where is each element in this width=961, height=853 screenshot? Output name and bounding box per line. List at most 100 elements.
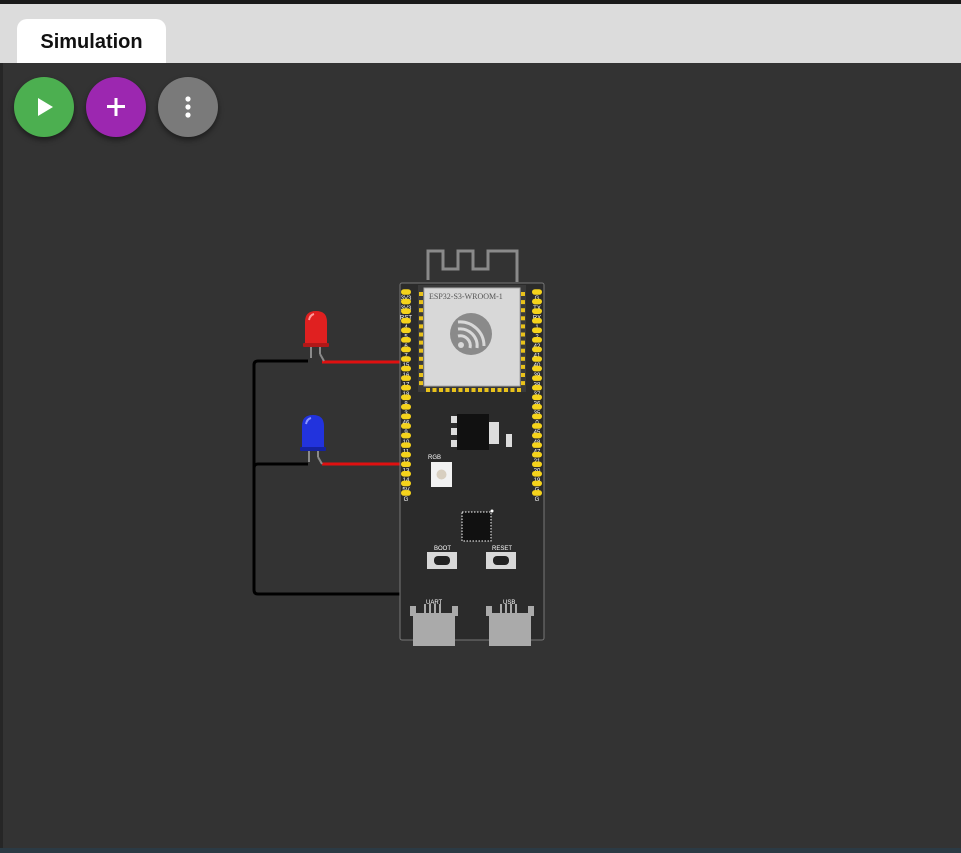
right-pin-pad[interactable]: [532, 490, 542, 496]
module-pad: [419, 373, 423, 377]
left-pin-pad[interactable]: [401, 451, 411, 458]
module-pad: [432, 388, 437, 392]
left-pin-pad[interactable]: [401, 346, 411, 353]
module-pad: [521, 364, 525, 369]
reset-label: RESET: [492, 546, 512, 552]
circuit-diagram: ESP32-S3-WROOM-1 RGB BOOT RESET UART USB…: [252, 249, 545, 646]
right-pin-pad[interactable]: [532, 356, 542, 362]
signal-wires[interactable]: [322, 360, 405, 466]
module-pad: [419, 364, 423, 369]
right-pin-pad[interactable]: [532, 298, 542, 305]
right-pin-pad[interactable]: [532, 346, 542, 353]
module-pad: [439, 388, 443, 392]
left-pin-pad[interactable]: [401, 442, 411, 448]
left-pin-pad[interactable]: [401, 490, 411, 496]
module-pad: [471, 388, 476, 392]
module-pad: [521, 308, 525, 313]
module-pad: [419, 300, 423, 305]
antenna-trace: [426, 249, 519, 282]
left-pin-pad[interactable]: [401, 432, 411, 439]
right-pin-pad[interactable]: [532, 327, 542, 334]
left-pin-pad[interactable]: [401, 289, 411, 295]
left-pin-pad[interactable]: [401, 480, 411, 487]
boot-label: BOOT: [434, 546, 451, 552]
ground-wires[interactable]: [252, 359, 405, 596]
usb-bridge-chip: [461, 511, 492, 542]
left-pin-pad[interactable]: [401, 337, 411, 343]
left-pin-pad[interactable]: [401, 365, 411, 372]
espressif-logo-icon: [450, 313, 492, 355]
right-pin-pad[interactable]: [532, 394, 542, 401]
right-pin-label: G: [535, 497, 540, 503]
left-pin-label: G: [404, 497, 409, 503]
module-pad: [497, 388, 502, 392]
module-pad: [419, 340, 423, 345]
right-pin-pad[interactable]: [532, 432, 542, 439]
module-pad: [484, 388, 489, 392]
module-pad: [521, 373, 525, 377]
module-pad: [419, 381, 423, 386]
module-pad: [510, 388, 515, 392]
left-pin-pad[interactable]: [401, 471, 411, 477]
right-pin-pad[interactable]: [532, 317, 542, 324]
left-pin-pad[interactable]: [401, 404, 411, 410]
module-pad: [419, 356, 423, 361]
right-pin-pad[interactable]: [532, 337, 542, 343]
module-pad: [478, 388, 482, 392]
left-pin-pad[interactable]: [401, 394, 411, 401]
right-pin-pad[interactable]: [532, 442, 542, 448]
boot-button[interactable]: [427, 552, 457, 569]
right-pin-pad[interactable]: [532, 480, 542, 487]
module-pad: [445, 388, 450, 392]
left-pin-pad[interactable]: [401, 384, 411, 391]
left-pin-pad[interactable]: [401, 356, 411, 362]
right-pin-pad[interactable]: [532, 471, 542, 477]
left-pin-pad[interactable]: [401, 461, 411, 468]
module-pad: [517, 388, 521, 392]
module-pad: [521, 381, 525, 386]
module-pad: [491, 388, 495, 392]
red-led[interactable]: [303, 311, 329, 362]
module-pad: [419, 332, 423, 337]
left-pin-pad[interactable]: [401, 298, 411, 305]
left-pin-pad[interactable]: [401, 413, 411, 420]
module-pad: [521, 324, 525, 329]
module-pad: [521, 292, 525, 296]
right-pin-pad[interactable]: [532, 451, 542, 458]
left-pin-pad[interactable]: [401, 423, 411, 429]
module-pad: [521, 340, 525, 345]
right-pin-pad[interactable]: [532, 365, 542, 372]
left-pin-pad[interactable]: [401, 327, 411, 334]
esp32-s3-devkit-board[interactable]: ESP32-S3-WROOM-1 RGB BOOT RESET UART USB…: [399, 249, 545, 646]
module-pad: [521, 348, 525, 353]
rgb-label: RGB: [428, 455, 441, 461]
module-pad: [521, 300, 525, 305]
module-pad: [465, 388, 469, 392]
right-pin-pad[interactable]: [532, 404, 542, 410]
module-pad: [521, 316, 525, 321]
module-pad: [452, 388, 456, 392]
module-pad: [419, 292, 423, 296]
right-pin-pad[interactable]: [532, 289, 542, 295]
module-pad: [419, 316, 423, 321]
blue-led[interactable]: [300, 415, 326, 465]
module-pad: [521, 356, 525, 361]
usb-label: USB: [503, 600, 515, 606]
module-pad: [419, 348, 423, 353]
right-pin-pad[interactable]: [532, 423, 542, 429]
right-pin-pad[interactable]: [532, 461, 542, 468]
reset-button[interactable]: [486, 552, 516, 569]
left-pin-pad[interactable]: [401, 375, 411, 381]
module-pad: [419, 308, 423, 313]
right-pin-pad[interactable]: [532, 375, 542, 381]
right-pin-pad[interactable]: [532, 384, 542, 391]
module-pad: [521, 332, 525, 337]
module-pad: [458, 388, 463, 392]
module-pad: [504, 388, 508, 392]
module-pad: [426, 388, 430, 392]
left-pin-pad[interactable]: [401, 317, 411, 324]
right-pin-pad[interactable]: [532, 413, 542, 420]
right-pin-pad[interactable]: [532, 308, 542, 314]
module-label: ESP32-S3-WROOM-1: [429, 292, 503, 301]
left-pin-pad[interactable]: [401, 308, 411, 314]
